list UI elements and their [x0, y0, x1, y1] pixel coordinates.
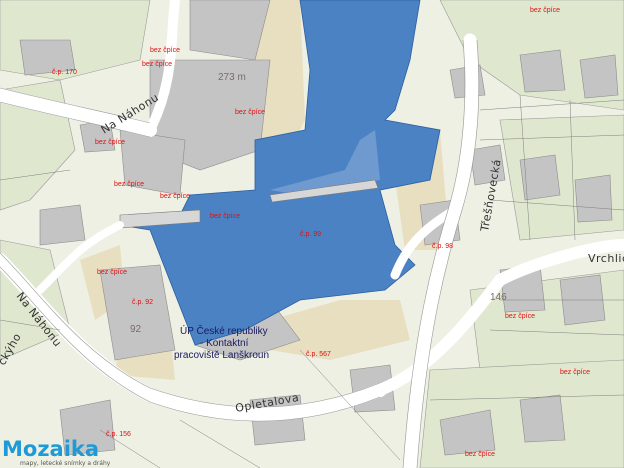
label-bez-cpice: bez čpíce [114, 181, 144, 188]
logo-tagline: mapy, letecké snímky a dráhy [20, 460, 111, 467]
label-bez-cpice: bez čpíce [95, 139, 125, 146]
label-bez-cpice: bez čpíce [210, 213, 240, 220]
label-bez-cpice: bez čpíce [560, 369, 590, 376]
label-bez-cpice: bez čpíce [505, 313, 535, 320]
label-bez-cpice: bez čpíce [150, 47, 180, 54]
label-bez-cpice: bez čpíce [97, 269, 127, 276]
label-cp-567: č.p. 567 [306, 351, 331, 358]
label-bez-cpice: bez čpíce [235, 109, 265, 116]
street-vrchlickeho: Vrchlick [588, 252, 624, 265]
label-bez-cpice: bez čpíce [530, 7, 560, 14]
logo-brand: Mozaika [2, 437, 99, 461]
label-cp-156: č.p. 156 [106, 431, 131, 438]
cadastral-map[interactable]: Na Náhonu Na Náhonu Opletalova Třešňovec… [0, 0, 624, 468]
parcel-number-92: 92 [130, 324, 142, 335]
office-line-1: ÚP České republiky [180, 324, 268, 337]
office-line-2: - Kontaktní [200, 338, 249, 349]
label-cp-92: č.p. 92 [132, 299, 153, 306]
label-bez-cpice: bez čpíce [160, 193, 190, 200]
office-line-3: pracoviště Lanškroun [174, 350, 269, 361]
parcel-number-146: 146 [490, 292, 507, 303]
elevation-label: 273 m [218, 72, 246, 83]
label-cp-99: č.p. 99 [300, 231, 321, 238]
label-cp-170: č.p. 170 [52, 69, 77, 76]
label-bez-cpice: bez čpíce [465, 451, 495, 458]
label-cp-98: č.p. 98 [432, 243, 453, 250]
label-bez-cpice: bez čpíce [142, 61, 172, 68]
